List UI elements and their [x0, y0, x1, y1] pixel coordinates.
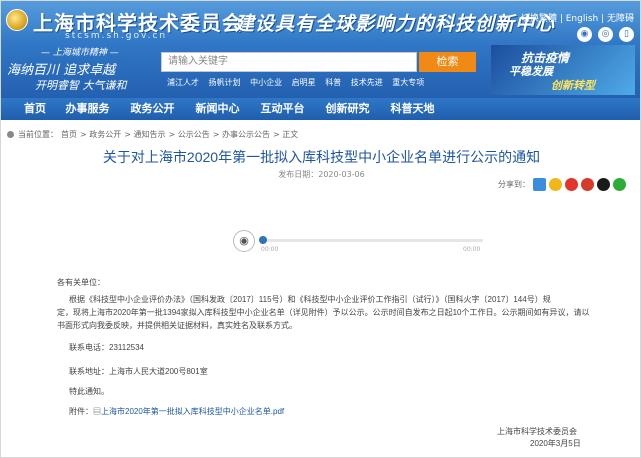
hotword-link[interactable]: 技术先进	[351, 78, 383, 87]
nav-home[interactable]: 首页	[15, 98, 55, 120]
hotwords: 浦江人才 扬帆计划 中小企业 启明星 科普 技术先进 重大专项	[167, 77, 431, 88]
city-spirit-line1: 海纳百川 追求卓越	[7, 63, 116, 78]
file-icon: ▤	[93, 407, 101, 416]
weibo-icon[interactable]: ◎	[598, 27, 613, 42]
breadcrumb-item[interactable]: 政务公开	[89, 130, 121, 139]
audio-player: ◉ 00:00 00:00	[233, 230, 503, 256]
nav-research[interactable]: 创新研究	[315, 98, 380, 120]
greeting: 各有关单位：	[57, 278, 105, 287]
speaker-icon[interactable]: ◉	[233, 230, 255, 252]
breadcrumb: 当前位置： 首页 > 政务公开 > 通知告示 > 公示公告 > 办事公示公告 > 正文	[7, 129, 636, 143]
covid-banner[interactable]: 抗击疫情 平稳发展 创新转型	[491, 45, 635, 95]
emblem-icon	[6, 9, 28, 31]
share-weibo-icon[interactable]	[565, 178, 578, 191]
city-spirit-label: — 上海城市精神 —	[41, 48, 119, 58]
hotword-link[interactable]: 扬帆计划	[209, 78, 241, 87]
attachment-label: 附件：	[69, 407, 93, 416]
breadcrumb-item: 正文	[282, 130, 299, 139]
site-url: stcsm.sh.gov.cn	[65, 31, 168, 41]
share-wechat-icon[interactable]	[613, 178, 626, 191]
mobile-icon[interactable]: ▯	[619, 27, 634, 42]
nav-interaction[interactable]: 互动平台	[250, 98, 315, 120]
share-pinterest-icon[interactable]	[581, 178, 594, 191]
share-bar: 分享到：	[498, 178, 626, 191]
progress-track[interactable]	[261, 239, 483, 242]
share-plus-icon[interactable]	[533, 178, 546, 191]
share-label: 分享到：	[498, 180, 530, 189]
hotword-link[interactable]: 启明星	[292, 78, 316, 87]
breadcrumb-item[interactable]: 公示公告	[178, 130, 210, 139]
banner-line3: 创新转型	[551, 79, 595, 92]
page-frame: 上海市科学技术委员会 stcsm.sh.gov.cn 建设具有全球影响力的科技创…	[0, 0, 641, 458]
hotword-link[interactable]: 重大专项	[392, 78, 424, 87]
body-line1: 根据《科技型中小企业评价办法》（国科发政〔2017〕115号）和《科技型中小企业…	[69, 295, 551, 304]
attachment-row: 附件：▤上海市2020年第一批拟入库科技型中小企业名单.pdf	[69, 405, 284, 418]
nav-science[interactable]: 科普天地	[380, 98, 445, 120]
breadcrumb-item[interactable]: 首页	[61, 130, 77, 139]
progress-handle[interactable]	[259, 236, 267, 244]
breadcrumb-label: 当前位置：	[18, 130, 58, 139]
nav-gov-info[interactable]: 政务公开	[120, 98, 185, 120]
total-time: 00:00	[463, 246, 481, 253]
breadcrumb-item[interactable]: 通知告示	[134, 130, 166, 139]
hotword-link[interactable]: 中小企业	[250, 78, 282, 87]
main-nav: 首页 办事服务 政务公开 新闻中心 互动平台 创新研究 科普天地	[1, 98, 640, 120]
nav-news[interactable]: 新闻中心	[185, 98, 250, 120]
attachment-link[interactable]: 上海市2020年第一批拟入库科技型中小企业名单.pdf	[101, 407, 284, 416]
city-spirit-line2: 开明睿智 大气谦和	[35, 79, 127, 92]
banner-line2: 平稳发展	[509, 65, 553, 78]
hotword-link[interactable]: 浦江人才	[167, 78, 199, 87]
hotword-link[interactable]: 科普	[325, 78, 341, 87]
location-pin-icon	[7, 131, 14, 138]
wechat-icon[interactable]: ◉	[577, 27, 592, 42]
nav-services[interactable]: 办事服务	[55, 98, 120, 120]
current-time: 00:00	[261, 246, 279, 253]
top-icons: ◉ ◎ ▯	[577, 27, 634, 42]
contact-address: 联系地址：上海市人民大道200号801室	[69, 367, 208, 376]
site-header: 上海市科学技术委员会 stcsm.sh.gov.cn 建设具有全球影响力的科技创…	[1, 1, 640, 98]
top-links[interactable]: 切换繁體 | English | 无障碍	[521, 11, 634, 24]
header-slogan: 建设具有全球影响力的科技创新中心	[235, 13, 556, 35]
article-title: 关于对上海市2020年第一批拟入库科技型中小企业名单进行公示的通知	[102, 149, 541, 165]
body-line2: 定，现将上海市2020年第一批1394家拟入库科技型中小企业名单（详见附件）予以…	[57, 308, 590, 330]
signature-date: 2020年3月5日	[530, 439, 581, 448]
share-star-icon[interactable]	[549, 178, 562, 191]
notice-text: 特此通知。	[69, 387, 109, 396]
share-renren-icon[interactable]	[597, 178, 610, 191]
contact-phone: 联系电话：23112534	[69, 343, 144, 352]
breadcrumb-item[interactable]: 办事公示公告	[222, 130, 270, 139]
search-input[interactable]: 请输入关键字	[161, 52, 417, 72]
search-button[interactable]: 检索	[419, 52, 476, 72]
